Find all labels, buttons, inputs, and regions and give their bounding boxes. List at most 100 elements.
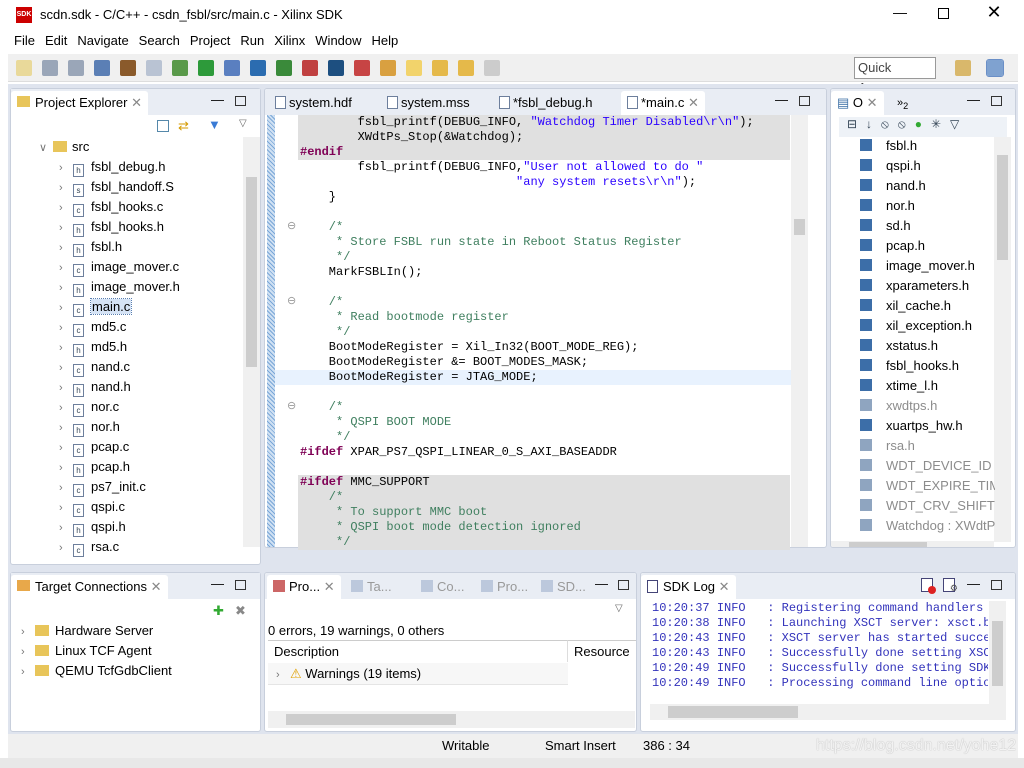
menu-xilinx[interactable]: Xilinx: [269, 32, 310, 50]
run-icon[interactable]: [198, 60, 214, 76]
open-perspective-icon[interactable]: [955, 60, 971, 76]
outline-item[interactable]: WDT_DEVICE_ID: [860, 456, 991, 476]
tree-item[interactable]: › h nand.h: [59, 377, 131, 397]
code-line[interactable]: * QSPI boot mode detection ignored: [300, 520, 581, 535]
tree-item[interactable]: › s fsbl_handoff.S: [59, 177, 174, 197]
connection-item[interactable]: › QEMU TcfGdbClient: [21, 661, 172, 681]
tab-outline[interactable]: ▤ O ✕: [831, 91, 884, 115]
code-line[interactable]: #ifdef MMC_SUPPORT: [300, 475, 430, 490]
code-line[interactable]: #endif: [300, 145, 343, 160]
tab-project-explorer[interactable]: Project Explorer ✕: [11, 91, 149, 115]
code-line[interactable]: * To support MMC boot: [300, 505, 487, 520]
code-line[interactable]: #ifdef XPAR_PS7_QSPI_LINEAR_0_S_AXI_BASE…: [300, 445, 617, 460]
maximize-icon[interactable]: [235, 96, 246, 106]
view-menu-icon[interactable]: ▽: [239, 118, 247, 129]
new-icon[interactable]: [16, 60, 32, 76]
code-line[interactable]: fsbl_printf(DEBUG_INFO, "Watchdog Timer …: [300, 115, 754, 130]
tab-bottom-view[interactable]: Ta...: [345, 575, 398, 599]
menu-project[interactable]: Project: [185, 32, 235, 50]
tree-item[interactable]: › h fsbl.h: [59, 237, 122, 257]
chevron-right-icon[interactable]: ›: [59, 298, 73, 318]
tree-item[interactable]: › h nor.h: [59, 417, 120, 437]
code-line[interactable]: MarkFSBLIn();: [300, 265, 423, 280]
maximize-icon[interactable]: [991, 96, 1002, 106]
outline-item[interactable]: rsa.h: [860, 436, 915, 456]
minimize-button[interactable]: —: [888, 4, 912, 26]
tab-bottom-view[interactable]: Co...: [415, 575, 470, 599]
outline-item[interactable]: fsbl.h: [860, 136, 917, 156]
code-line[interactable]: fsbl_printf(DEBUG_INFO,"User not allowed…: [300, 160, 704, 175]
minimize-icon[interactable]: —: [967, 92, 980, 107]
outline-item[interactable]: pcap.h: [860, 236, 925, 256]
delete-connection-icon[interactable]: ✖: [235, 603, 246, 619]
outline-item[interactable]: xparameters.h: [860, 276, 969, 296]
forward-icon[interactable]: [484, 60, 500, 76]
code-line[interactable]: */: [300, 325, 350, 340]
quick-access-input[interactable]: Quick Access: [854, 57, 936, 95]
code-line[interactable]: */: [300, 250, 350, 265]
outline-item[interactable]: fsbl_hooks.h: [860, 356, 959, 376]
chevron-right-icon[interactable]: ›: [59, 518, 73, 538]
outline-item[interactable]: nor.h: [860, 196, 915, 216]
code-line[interactable]: }: [300, 190, 336, 205]
outline-item[interactable]: xil_exception.h: [860, 316, 972, 336]
tree-item[interactable]: › c pcap.c: [59, 437, 129, 457]
outline-item[interactable]: WDT_CRV_SHIFT: [860, 496, 995, 516]
outline-item[interactable]: xwdtps.h: [860, 396, 937, 416]
code-line[interactable]: BootModeRegister = Xil_In32(BOOT_MODE_RE…: [300, 340, 639, 355]
chevron-right-icon[interactable]: ›: [59, 378, 73, 398]
code-line[interactable]: * Read bootmode register: [300, 310, 509, 325]
tab-bottom-view[interactable]: Pro... ✕: [267, 575, 341, 599]
tree-item[interactable]: › h fsbl_hooks.h: [59, 217, 164, 237]
filter-icon[interactable]: ▼: [208, 117, 221, 132]
close-icon[interactable]: ✕: [151, 579, 162, 594]
chevron-right-icon[interactable]: ›: [21, 622, 35, 642]
close-button[interactable]: ✕: [982, 2, 1006, 26]
debug-icon[interactable]: [172, 60, 188, 76]
tab-editor-file[interactable]: *main.c ✕: [621, 91, 705, 115]
outline-h-scrollbar[interactable]: [831, 541, 994, 547]
link-editor-icon[interactable]: ⇄: [178, 118, 189, 134]
tree-item[interactable]: › h fsbl_debug.h: [59, 157, 165, 177]
tab-bottom-view[interactable]: SD...: [535, 575, 592, 599]
fold-collapse-icon[interactable]: ⊖: [287, 399, 296, 412]
save-icon[interactable]: [42, 60, 58, 76]
minimize-icon[interactable]: —: [211, 576, 224, 591]
build-config-icon[interactable]: [94, 60, 110, 76]
problems-h-scrollbar[interactable]: [268, 711, 635, 728]
maximize-button[interactable]: [938, 8, 949, 19]
binary-icon[interactable]: [146, 60, 162, 76]
highlight-icon[interactable]: [406, 60, 422, 76]
console-icon[interactable]: [250, 60, 266, 76]
outline-item[interactable]: WDT_EXPIRE_TIME: [860, 476, 995, 496]
save-all-icon[interactable]: [68, 60, 84, 76]
code-line[interactable]: /*: [300, 490, 343, 505]
menu-navigate[interactable]: Navigate: [72, 32, 133, 50]
chevron-right-icon[interactable]: ›: [21, 662, 35, 682]
close-icon[interactable]: ✕: [320, 579, 335, 594]
minimize-icon[interactable]: —: [595, 576, 608, 591]
menu-window[interactable]: Window: [310, 32, 366, 50]
chevron-right-icon[interactable]: ›: [59, 218, 73, 238]
close-icon[interactable]: ✕: [684, 95, 699, 110]
outline-item[interactable]: nand.h: [860, 176, 926, 196]
outline-item[interactable]: image_mover.h: [860, 256, 975, 276]
tree-item[interactable]: › h pcap.h: [59, 457, 130, 477]
tree-item[interactable]: › h qspi.h: [59, 517, 126, 537]
tree-item[interactable]: › c main.c: [59, 297, 133, 318]
cpp-perspective-icon[interactable]: [986, 59, 1004, 77]
chevron-right-icon[interactable]: ›: [59, 438, 73, 458]
log-h-scrollbar[interactable]: [650, 704, 1006, 720]
tree-item[interactable]: › c nand.c: [59, 357, 130, 377]
chevron-right-icon[interactable]: ›: [59, 478, 73, 498]
outline-item[interactable]: xstatus.h: [860, 336, 938, 356]
outline-item[interactable]: xuartps_hw.h: [860, 416, 963, 436]
code-line[interactable]: * QSPI BOOT MODE: [300, 415, 451, 430]
build-icon[interactable]: [120, 60, 136, 76]
close-icon[interactable]: ✕: [867, 95, 878, 110]
tab-editor-file[interactable]: system.mss: [381, 91, 476, 115]
log-scrollbar[interactable]: [989, 601, 1006, 704]
program-fpga-icon[interactable]: [276, 60, 292, 76]
new-connection-icon[interactable]: ✚: [213, 603, 224, 619]
chevron-right-icon[interactable]: ›: [59, 418, 73, 438]
